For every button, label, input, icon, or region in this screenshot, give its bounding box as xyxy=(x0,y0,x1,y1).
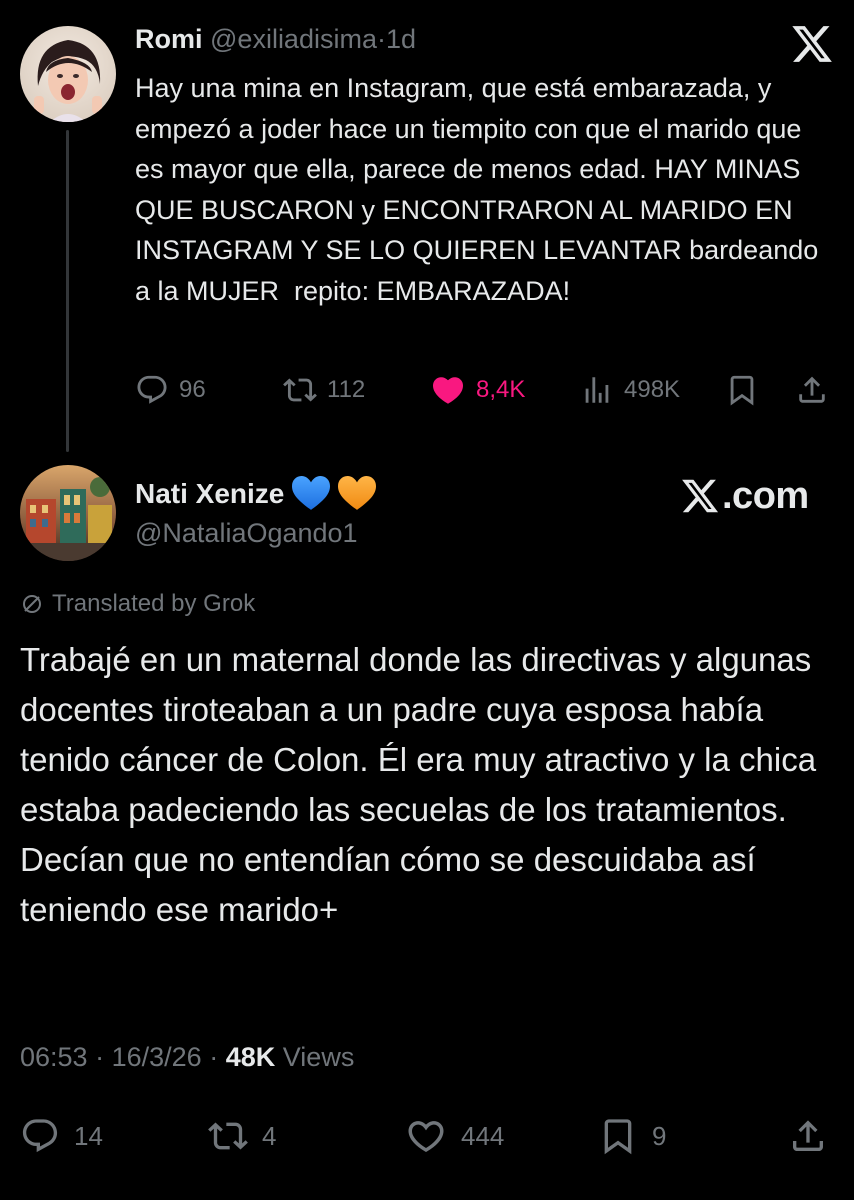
watermark-text: .com xyxy=(722,474,809,517)
analytics-icon xyxy=(585,377,609,403)
bookmark-button[interactable] xyxy=(725,368,759,412)
like-count: 444 xyxy=(461,1120,505,1151)
tweet-meta: 06:53 · 16/3/26 · 48K Views xyxy=(20,1042,354,1073)
grok-icon xyxy=(23,595,41,613)
bookmark-icon xyxy=(730,375,754,406)
bookmark-icon xyxy=(604,1119,632,1155)
share-icon xyxy=(799,376,825,403)
reply-count: 14 xyxy=(74,1120,103,1151)
tweet-header: Romi @exiliadisima·1d xyxy=(135,24,416,55)
meta-separator: · xyxy=(209,1042,219,1072)
blue-heart-emoji xyxy=(292,476,331,510)
like-count: 8,4K xyxy=(476,376,526,403)
time-ago[interactable]: 1d xyxy=(386,24,416,54)
avatar-image xyxy=(20,465,116,561)
tweet-text: Trabajé en un maternal donde las directi… xyxy=(20,641,817,928)
author-name-row[interactable]: Nati Xenize xyxy=(135,476,377,512)
views-label: Views xyxy=(282,1042,355,1072)
views-count: 498K xyxy=(624,376,681,403)
like-icon-filled xyxy=(432,377,464,404)
translation-label[interactable]: Translated by Grok xyxy=(20,590,255,618)
bookmark-button[interactable]: 9 xyxy=(598,1112,666,1160)
x-logo-icon xyxy=(682,479,719,513)
like-button[interactable]: 8,4K xyxy=(430,368,525,412)
author-handle[interactable]: @exiliadisima xyxy=(210,24,377,54)
share-button[interactable] xyxy=(795,368,829,412)
repost-button[interactable]: 4 xyxy=(208,1112,276,1160)
repost-button[interactable]: 112 xyxy=(283,368,365,412)
reply-button[interactable]: 96 xyxy=(135,368,206,412)
share-icon xyxy=(793,1120,823,1151)
bookmark-count: 9 xyxy=(652,1120,667,1151)
author-name[interactable]: Nati Xenize xyxy=(135,478,284,510)
repost-icon xyxy=(208,1122,248,1150)
like-button[interactable]: 444 xyxy=(405,1112,504,1160)
time-separator: · xyxy=(376,24,386,54)
avatar-image xyxy=(20,26,116,122)
translated-by-text: Translated by Grok xyxy=(52,590,256,617)
share-button[interactable] xyxy=(788,1112,828,1160)
orange-heart-emoji xyxy=(338,476,377,510)
views-button[interactable]: 498K xyxy=(580,368,680,412)
reply-icon xyxy=(22,1119,58,1153)
tweet-actions: 96 112 8,4K 498K xyxy=(135,368,835,412)
tweet-text: Hay una mina en Instagram, que está emba… xyxy=(135,73,826,306)
xcom-watermark: .com xyxy=(680,474,809,518)
avatar[interactable] xyxy=(20,465,116,561)
tweet-time[interactable]: 06:53 xyxy=(20,1042,88,1072)
x-logo-icon[interactable] xyxy=(790,22,834,66)
repost-icon xyxy=(283,378,317,402)
views-count[interactable]: 48K xyxy=(226,1042,276,1072)
like-icon xyxy=(408,1121,444,1153)
author-name[interactable]: Romi xyxy=(135,24,203,54)
quoted-tweet[interactable]: Romi @exiliadisima·1d Hay una mina en In… xyxy=(0,0,854,440)
reply-count: 96 xyxy=(179,376,206,403)
author-handle[interactable]: @NataliaOgando1 xyxy=(135,518,358,549)
reply-icon xyxy=(137,375,167,404)
reply-button[interactable]: 14 xyxy=(20,1112,103,1160)
repost-count: 112 xyxy=(327,376,366,403)
tweet-date[interactable]: 16/3/26 xyxy=(112,1042,202,1072)
meta-separator: · xyxy=(95,1042,105,1072)
avatar[interactable] xyxy=(20,26,116,122)
tweet-actions: 14 4 444 9 xyxy=(20,1112,834,1160)
repost-count: 4 xyxy=(262,1120,277,1151)
